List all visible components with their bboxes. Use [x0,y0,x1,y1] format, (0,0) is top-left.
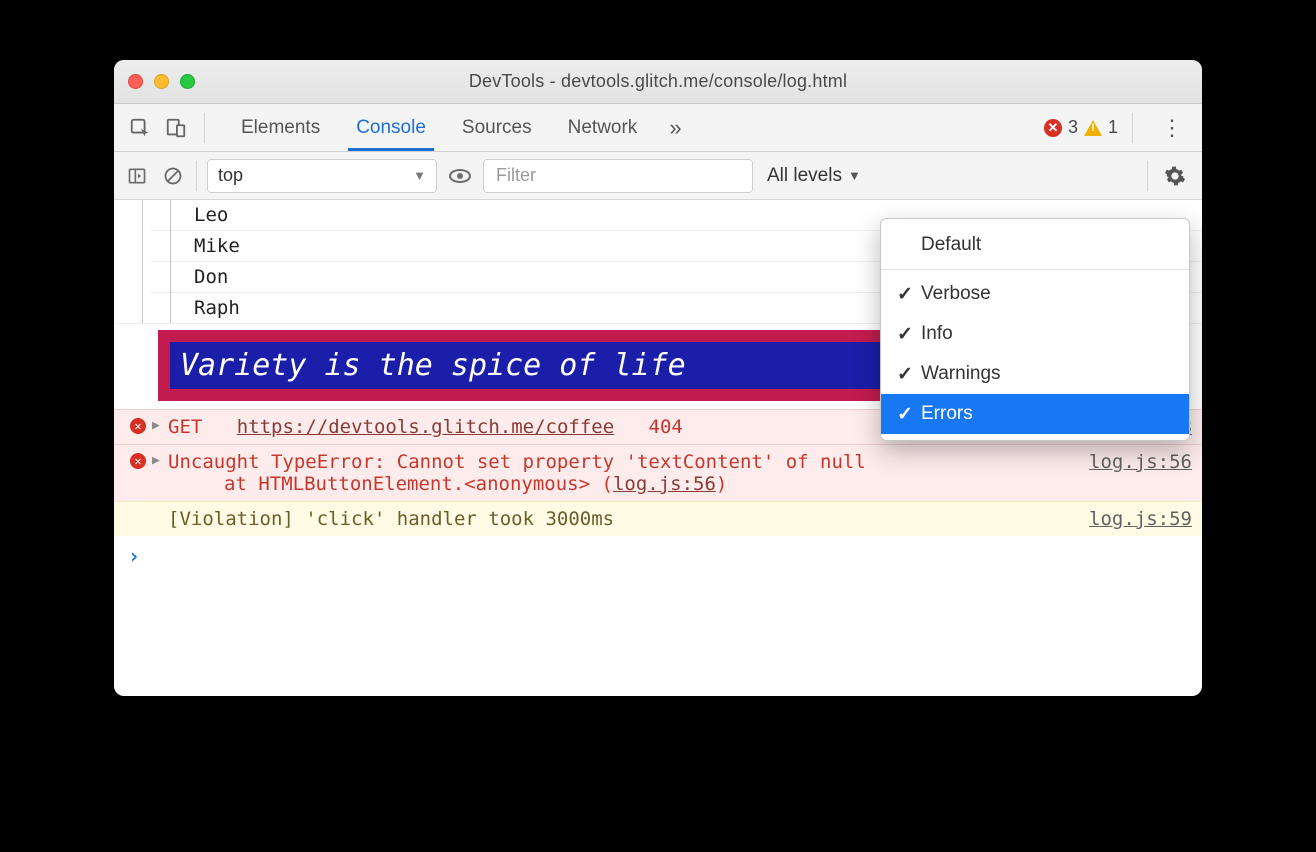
window-title: DevTools - devtools.glitch.me/console/lo… [114,71,1202,92]
levels-label: All levels [767,165,842,187]
check-icon: ✓ [897,323,921,346]
source-link[interactable]: log.js:59 [1079,508,1192,530]
toggle-sidebar-icon[interactable] [124,163,150,189]
menu-item-default[interactable]: Default [881,225,1189,265]
tab-sources[interactable]: Sources [444,104,550,151]
error-message: Uncaught TypeError: Cannot set property … [164,451,1079,495]
menu-item-warnings[interactable]: ✓ Warnings [881,354,1189,394]
menu-item-label: Info [921,323,953,345]
error-icon: ✕ [130,453,146,469]
menu-item-label: Errors [921,403,973,425]
gear-icon[interactable] [1158,165,1192,187]
violation-text: [Violation] 'click' handler took 3000ms [164,508,1079,530]
inspect-icon[interactable] [126,114,154,142]
request-url[interactable]: https://devtools.glitch.me/coffee [237,416,615,438]
tab-label: Sources [462,117,532,139]
settings-menu-icon[interactable]: ⋮ [1161,115,1184,141]
log-levels-dropdown[interactable]: All levels ▼ [763,165,865,187]
tab-label: Console [356,117,426,139]
stack-link[interactable]: log.js:56 [613,473,716,495]
tab-console[interactable]: Console [338,104,444,151]
log-levels-menu: Default ✓ Verbose ✓ Info ✓ Warnings ✓ Er… [880,218,1190,441]
issue-badges[interactable]: ✕ 3 1 [1044,117,1118,138]
error-icon: ✕ [130,418,146,434]
clear-console-icon[interactable] [160,163,186,189]
menu-separator [881,269,1189,270]
disclosure-icon[interactable]: ▶ [152,416,164,433]
console-error-row[interactable]: ✕ ▶ Uncaught TypeError: Cannot set prope… [114,444,1202,501]
stack-frame: at HTMLButtonElement.<anonymous> ( [224,473,613,495]
menu-item-verbose[interactable]: ✓ Verbose [881,274,1189,314]
error-badge-icon: ✕ [1044,119,1062,137]
context-value: top [218,165,243,186]
maximize-icon[interactable] [180,74,195,89]
live-expression-icon[interactable] [447,163,473,189]
more-tabs-icon[interactable]: » [669,115,681,141]
divider [196,161,197,191]
tab-elements[interactable]: Elements [223,104,338,151]
chevron-down-icon: ▼ [413,168,426,183]
chevron-down-icon: ▼ [848,168,861,183]
context-selector[interactable]: top ▼ [207,159,437,193]
divider [1132,113,1133,143]
menu-item-label: Default [921,234,981,256]
close-icon[interactable] [128,74,143,89]
filter-input[interactable] [483,159,753,193]
console-prompt[interactable]: › [114,536,1202,576]
error-line: Uncaught TypeError: Cannot set property … [168,451,1079,473]
prompt-icon: › [128,544,140,568]
main-tabstrip: Elements Console Sources Network » ✕ 3 1… [114,104,1202,152]
menu-item-errors[interactable]: ✓ Errors [881,394,1189,434]
devtools-window: DevTools - devtools.glitch.me/console/lo… [114,60,1202,696]
check-icon: ✓ [897,283,921,306]
source-link[interactable]: log.js:56 [1079,451,1192,473]
disclosure-icon[interactable]: ▶ [152,451,164,468]
divider [204,113,205,143]
check-icon: ✓ [897,363,921,386]
stack-frame-end: ) [716,473,727,495]
console-violation-row[interactable]: [Violation] 'click' handler took 3000ms … [114,501,1202,536]
error-count: 3 [1068,117,1078,138]
warning-badge-icon [1084,120,1102,136]
method: GET [168,416,202,438]
tab-label: Network [568,117,638,139]
check-icon: ✓ [897,403,921,426]
panel-tabs: Elements Console Sources Network [223,104,655,151]
menu-item-label: Verbose [921,283,991,305]
window-controls [128,74,195,89]
minimize-icon[interactable] [154,74,169,89]
titlebar: DevTools - devtools.glitch.me/console/lo… [114,60,1202,104]
menu-item-label: Warnings [921,363,1001,385]
warning-count: 1 [1108,117,1118,138]
console-toolbar: top ▼ All levels ▼ [114,152,1202,200]
device-toggle-icon[interactable] [162,114,190,142]
tab-label: Elements [241,117,320,139]
tab-network[interactable]: Network [550,104,656,151]
menu-item-info[interactable]: ✓ Info [881,314,1189,354]
divider [1147,161,1148,191]
status-code: 404 [649,416,683,438]
